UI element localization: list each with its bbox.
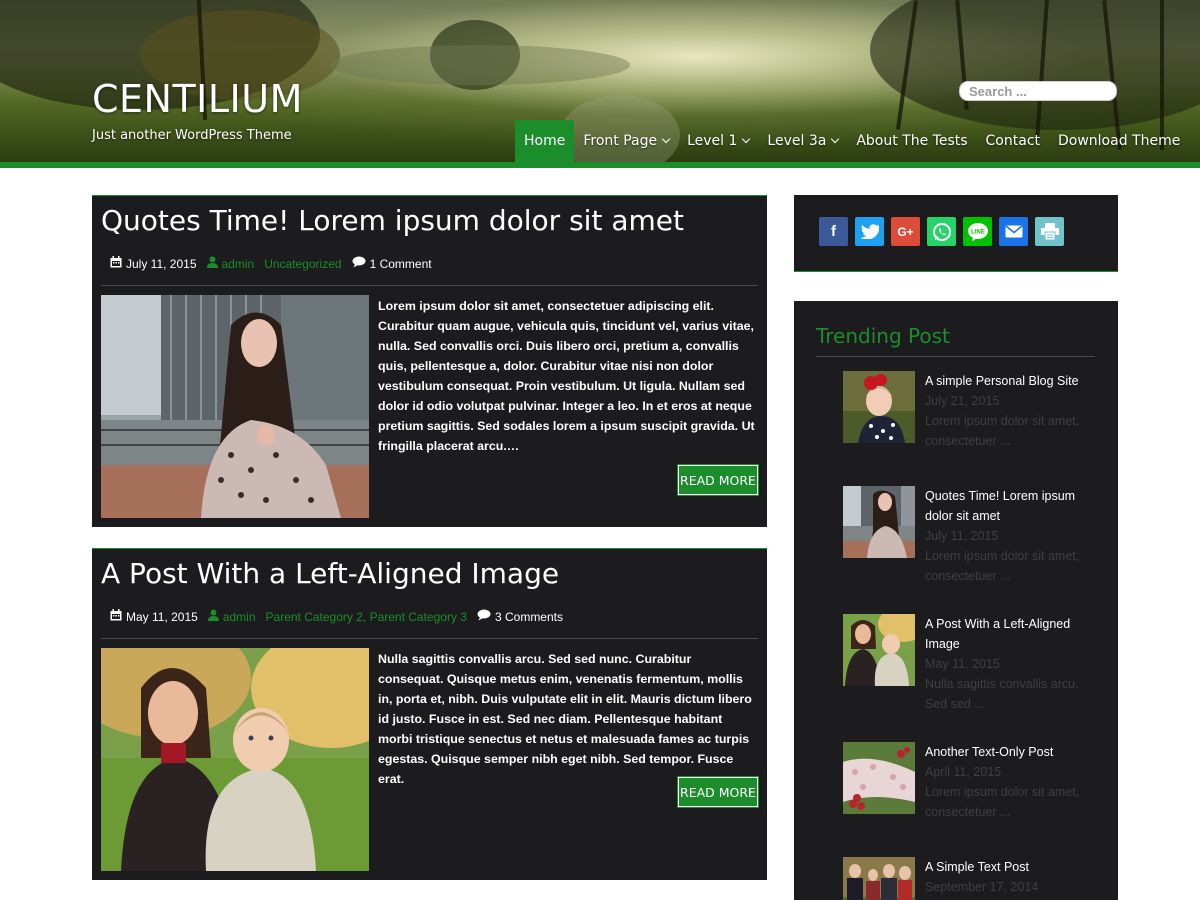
share-widget: f G+ LINE <box>794 195 1118 272</box>
nav-item-about-the-tests[interactable]: About The Tests <box>847 120 976 162</box>
site-tagline: Just another WordPress Theme <box>92 128 292 143</box>
calendar-icon <box>110 256 122 271</box>
nav-item-level-3a[interactable]: Level 3a <box>758 120 847 162</box>
divider <box>816 356 1095 357</box>
trending-thumbnail[interactable] <box>843 486 915 558</box>
trending-date: September 17, 2014 <box>925 880 1039 894</box>
trending-date: July 11, 2015 <box>925 529 999 543</box>
post-comments[interactable]: 3 Comments <box>495 610 563 624</box>
main-navigation: Home Front Page Level 1 Level 3a About T… <box>515 120 1189 162</box>
trending-title-text[interactable]: Another Text-Only Post <box>925 745 1053 759</box>
trending-title: A simple Personal Blog Site July 21, 201… <box>925 371 1095 451</box>
nav-item-home[interactable]: Home <box>515 120 575 162</box>
print-icon[interactable] <box>1035 217 1064 246</box>
category-separator: , <box>362 609 370 624</box>
post-category[interactable]: Uncategorized <box>264 257 341 271</box>
nav-item-level-1[interactable]: Level 1 <box>678 120 758 162</box>
whatsapp-icon[interactable] <box>927 217 956 246</box>
nav-label: Level 3a <box>767 133 827 149</box>
widget-title: Trending Post <box>816 324 950 348</box>
post-date[interactable]: May 11, 2015 <box>126 610 198 624</box>
trending-date: July 21, 2015 <box>925 394 1000 408</box>
nav-label: Contact <box>985 133 1040 149</box>
comment-icon <box>477 609 491 624</box>
nav-label: Download Theme <box>1058 133 1181 149</box>
post-card: A Post With a Left-Aligned Image May 11,… <box>92 548 767 880</box>
trending-title-text[interactable]: A Simple Text Post <box>925 860 1029 874</box>
trending-title-text[interactable]: A simple Personal Blog Site <box>925 374 1079 388</box>
chevron-down-icon <box>831 134 840 144</box>
nav-item-contact[interactable]: Contact <box>977 120 1049 162</box>
nav-label: Home <box>524 133 566 149</box>
trending-title-text[interactable]: Quotes Time! Lorem ipsum dolor sit amet <box>925 489 1075 523</box>
trending-thumbnail[interactable] <box>843 857 915 900</box>
trending-excerpt: Lorem ipsum dolor sit amet, consectetuer… <box>925 414 1080 448</box>
divider <box>101 638 758 639</box>
post-meta: July 11, 2015 admin Uncategorized 1 Comm… <box>110 256 432 271</box>
divider <box>101 285 758 286</box>
post-date[interactable]: July 11, 2015 <box>126 257 197 271</box>
post-title[interactable]: A Post With a Left-Aligned Image <box>101 557 559 590</box>
read-more-button[interactable]: READ MORE <box>677 776 759 808</box>
trending-title-text[interactable]: A Post With a Left-Aligned Image <box>925 617 1070 651</box>
post-title[interactable]: Quotes Time! Lorem ipsum dolor sit amet <box>101 204 684 237</box>
read-more-button[interactable]: READ MORE <box>677 464 759 496</box>
trending-thumbnail[interactable] <box>843 614 915 686</box>
trending-excerpt: Lorem ipsum dolor sit amet, consectetuer… <box>925 785 1080 819</box>
trending-title: Quotes Time! Lorem ipsum dolor sit amet … <box>925 486 1095 586</box>
post-category[interactable]: Parent Category 3 <box>370 610 467 624</box>
chevron-down-icon <box>742 134 751 144</box>
post-author[interactable]: admin <box>223 610 256 624</box>
share-icons: f G+ LINE <box>819 217 1071 246</box>
post-thumbnail[interactable] <box>101 648 369 871</box>
user-icon <box>207 609 219 624</box>
calendar-icon <box>110 609 122 624</box>
twitter-icon[interactable] <box>855 217 884 246</box>
nav-label: Level 1 <box>687 133 738 149</box>
email-icon[interactable] <box>999 217 1028 246</box>
post-card: Quotes Time! Lorem ipsum dolor sit amet … <box>92 195 767 527</box>
header-accent-bar <box>0 162 1200 168</box>
google-plus-icon[interactable]: G+ <box>891 217 920 246</box>
nav-label: Front Page <box>583 133 658 149</box>
header-scenery <box>330 45 630 85</box>
svg-text:LINE: LINE <box>971 229 985 235</box>
post-excerpt: Lorem ipsum dolor sit amet, consectetuer… <box>378 299 755 453</box>
header-scenery <box>870 0 1200 130</box>
post-excerpt: Nulla sagittis convallis arcu. Sed sed n… <box>378 652 752 786</box>
trending-date: April 11, 2015 <box>925 765 1002 779</box>
post-category[interactable]: Parent Category 2 <box>266 610 363 624</box>
post-meta: May 11, 2015 admin Parent Category 2, Pa… <box>110 609 563 624</box>
nav-label: About The Tests <box>856 133 968 149</box>
facebook-icon[interactable]: f <box>819 217 848 246</box>
trending-title: Another Text-Only Post April 11, 2015 Lo… <box>925 742 1095 822</box>
trending-widget: Trending Post A simple Personal Blog Sit… <box>794 301 1118 900</box>
trending-excerpt: Lorem ipsum dolor sit amet, consectetuer… <box>925 549 1080 583</box>
line-icon[interactable]: LINE <box>963 217 992 246</box>
nav-item-front-page[interactable]: Front Page <box>574 120 678 162</box>
trending-title: A Post With a Left-Aligned Image May 11,… <box>925 614 1095 714</box>
post-comments[interactable]: 1 Comment <box>370 257 432 271</box>
trending-excerpt: Nulla sagittis convallis arcu. Sed sed .… <box>925 677 1079 711</box>
trending-thumbnail[interactable] <box>843 742 915 814</box>
trending-date: May 11, 2015 <box>925 657 1000 671</box>
search-input[interactable] <box>959 81 1117 101</box>
trending-title: A Simple Text Post September 17, 2014 <box>925 857 1095 897</box>
site-title[interactable]: CENTILIUM <box>92 80 303 118</box>
nav-item-download-theme[interactable]: Download Theme <box>1049 120 1189 162</box>
comment-icon <box>352 256 366 271</box>
trending-thumbnail[interactable] <box>843 371 915 443</box>
site-header: CENTILIUM Just another WordPress Theme H… <box>0 0 1200 162</box>
user-icon <box>206 256 218 271</box>
post-thumbnail[interactable] <box>101 295 369 518</box>
post-author[interactable]: admin <box>222 257 255 271</box>
chevron-down-icon <box>661 134 671 144</box>
